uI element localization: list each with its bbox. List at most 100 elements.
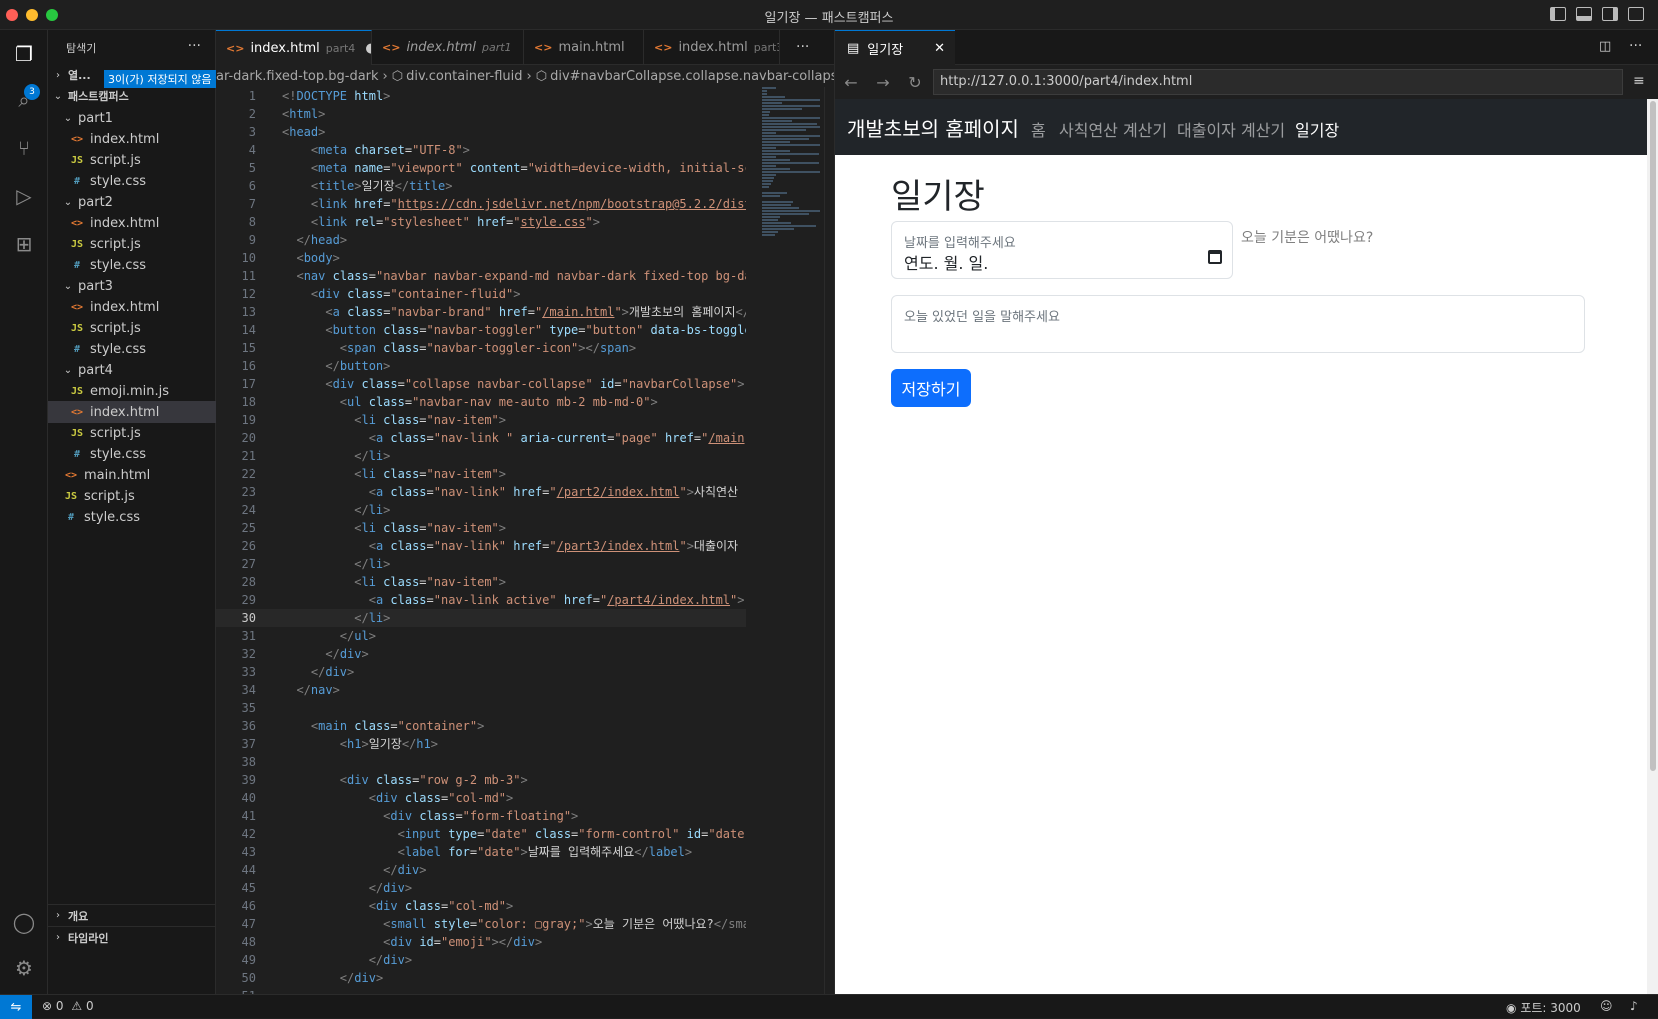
back-arrow-icon[interactable]: ← [835, 73, 867, 92]
minimap-line [762, 117, 820, 119]
search-icon[interactable]: ⌕ [10, 86, 38, 114]
toggle-secondary-sidebar-icon[interactable] [1602, 7, 1618, 21]
editor-scrollbar[interactable] [824, 87, 834, 994]
file-item[interactable]: <> index.html [48, 401, 216, 423]
file-item[interactable]: <> index.html [48, 212, 216, 234]
toggle-primary-sidebar-icon[interactable] [1550, 7, 1566, 21]
toggle-panel-icon[interactable] [1576, 7, 1592, 21]
url-input[interactable]: http://127.0.0.1:3000/part4/index.html [933, 69, 1623, 95]
file-item[interactable]: JS script.js [48, 422, 216, 444]
port-indicator[interactable]: ◉ 포트: 3000 [1506, 999, 1581, 1016]
file-item[interactable]: JS script.js [48, 233, 216, 255]
settings-gear-icon[interactable]: ⚙ [10, 954, 38, 982]
page-scrollbar[interactable] [1647, 99, 1658, 994]
nav-link-home[interactable]: 홈 [1031, 117, 1046, 141]
folder-item[interactable]: ⌄ part1 [48, 107, 216, 129]
dirty-dot-icon[interactable]: ● [365, 41, 371, 56]
tab-index-html-part3[interactable]: <> index.html part3 [644, 30, 780, 65]
browser-tab[interactable]: ▤ 일기장 ✕ [835, 30, 955, 65]
file-item[interactable]: JS emoji.min.js [48, 380, 216, 402]
tab-index-html-part4[interactable]: <> index.html part4 ● [216, 30, 372, 65]
breadcrumb-item[interactable]: ar-dark.fixed-top.bg-dark [216, 69, 379, 84]
nav-link-calculator[interactable]: 사칙연산 계산기 [1059, 117, 1167, 141]
file-item[interactable]: # style.css [48, 254, 216, 276]
open-editors-section[interactable]: › 열... 3이(가) 저장되지 않음 [48, 64, 216, 88]
tab-index-html-part1[interactable]: <> index.html part1 [372, 30, 524, 65]
line-number: 24 [241, 503, 256, 517]
line-source: <h1>일기장</h1> [282, 735, 438, 753]
file-item[interactable]: <> index.html [48, 296, 216, 318]
explorer-more-button[interactable]: ··· [188, 38, 201, 54]
file-item[interactable]: # style.css [48, 506, 216, 528]
breadcrumb-item[interactable]: div#navbarCollapse.collapse.navbar-colla… [550, 69, 834, 84]
file-item[interactable]: JS script.js [48, 317, 216, 339]
outline-section[interactable]: › 개요 [48, 904, 216, 926]
code-token: "stylesheet" [383, 215, 470, 229]
code-token: </ [339, 971, 355, 985]
chevron-down-icon: ⌄ [63, 280, 73, 292]
split-editor-icon[interactable]: ◫ [1599, 39, 1611, 54]
file-item[interactable]: # style.css [48, 170, 216, 192]
calendar-icon[interactable] [1208, 250, 1222, 264]
folder-item[interactable]: ⌄ part4 [48, 359, 216, 381]
code-line: 28 <li class="nav-item"> [216, 573, 746, 591]
tree-item-label: style.css [90, 446, 146, 462]
account-icon[interactable]: ◯ [10, 908, 38, 936]
line-number: 48 [241, 935, 256, 949]
workspace-root[interactable]: ⌄ 패스트캠퍼스 [48, 85, 216, 107]
file-item[interactable]: JS script.js [48, 149, 216, 171]
file-item[interactable]: <> main.html [48, 464, 216, 486]
customize-layout-icon[interactable] [1628, 7, 1644, 21]
navbar-brand[interactable]: 개발초보의 홈페이지 [847, 113, 1019, 142]
code-token: "nav-item" [426, 521, 499, 535]
file-item[interactable]: <> index.html [48, 128, 216, 150]
file-item[interactable]: # style.css [48, 443, 216, 465]
menu-icon[interactable]: ≡ [1633, 73, 1645, 89]
tab-main-html[interactable]: <> main.html [524, 30, 644, 65]
code-token: "row g-2 mb-3" [419, 773, 521, 787]
file-item[interactable]: JS script.js [48, 485, 216, 507]
nav-link-diary[interactable]: 일기장 [1295, 117, 1339, 141]
html-file-icon: <> [70, 133, 84, 145]
bell-icon[interactable]: ♪ [1630, 999, 1638, 1013]
code-token: > [650, 395, 658, 409]
folder-item[interactable]: ⌄ part2 [48, 191, 216, 213]
source-control-icon[interactable]: ⑂ [10, 134, 38, 162]
extensions-icon[interactable]: ⊞ [10, 230, 38, 258]
page-scroll-thumb[interactable] [1650, 101, 1656, 771]
tree-item-label: script.js [84, 488, 135, 504]
more-actions-button[interactable]: ··· [1629, 38, 1642, 54]
line-source: </li> [282, 555, 390, 573]
reload-icon[interactable]: ↻ [899, 73, 931, 92]
breadcrumb-item[interactable]: div.container-fluid [406, 69, 522, 84]
line-number: 23 [241, 485, 256, 499]
code-token: </a [735, 305, 747, 319]
close-icon[interactable]: ✕ [934, 41, 945, 56]
code-token: = [426, 485, 434, 499]
feedback-icon[interactable]: ☺ [1600, 999, 1613, 1013]
file-item[interactable]: # style.css [48, 338, 216, 360]
problems-indicator[interactable]: ⊗ 0 ⚠ 0 [42, 999, 94, 1013]
code-token: class [383, 575, 420, 589]
diary-textarea[interactable]: 오늘 있었던 일을 말해주세요 [891, 295, 1585, 353]
run-debug-icon[interactable]: ▷ [10, 182, 38, 210]
timeline-section[interactable]: › 타임라인 [48, 926, 216, 948]
nav-link-loan-calculator[interactable]: 대출이자 계산기 [1177, 117, 1285, 141]
folder-item[interactable]: ⌄ part3 [48, 275, 216, 297]
code-token: li [361, 467, 376, 481]
forward-arrow-icon[interactable]: → [867, 73, 899, 92]
remote-indicator-icon[interactable]: ⇋ [0, 995, 32, 1019]
tabs-more-button[interactable]: ··· [796, 39, 809, 55]
code-area[interactable]: 1 <!DOCTYPE html> 2 <html> 3 <head> 4 <meta ch… [216, 87, 746, 994]
minimap[interactable] [760, 87, 822, 247]
code-token: type [448, 827, 478, 841]
code-token: > [404, 881, 413, 895]
save-button[interactable]: 저장하기 [891, 369, 971, 407]
date-input[interactable]: 날짜를 입력해주세요 연도. 월. 일. [891, 221, 1233, 279]
explorer-icon[interactable]: ❐ [10, 40, 38, 68]
explorer-title: 탐색기 [66, 42, 97, 55]
code-token: < [339, 773, 348, 787]
